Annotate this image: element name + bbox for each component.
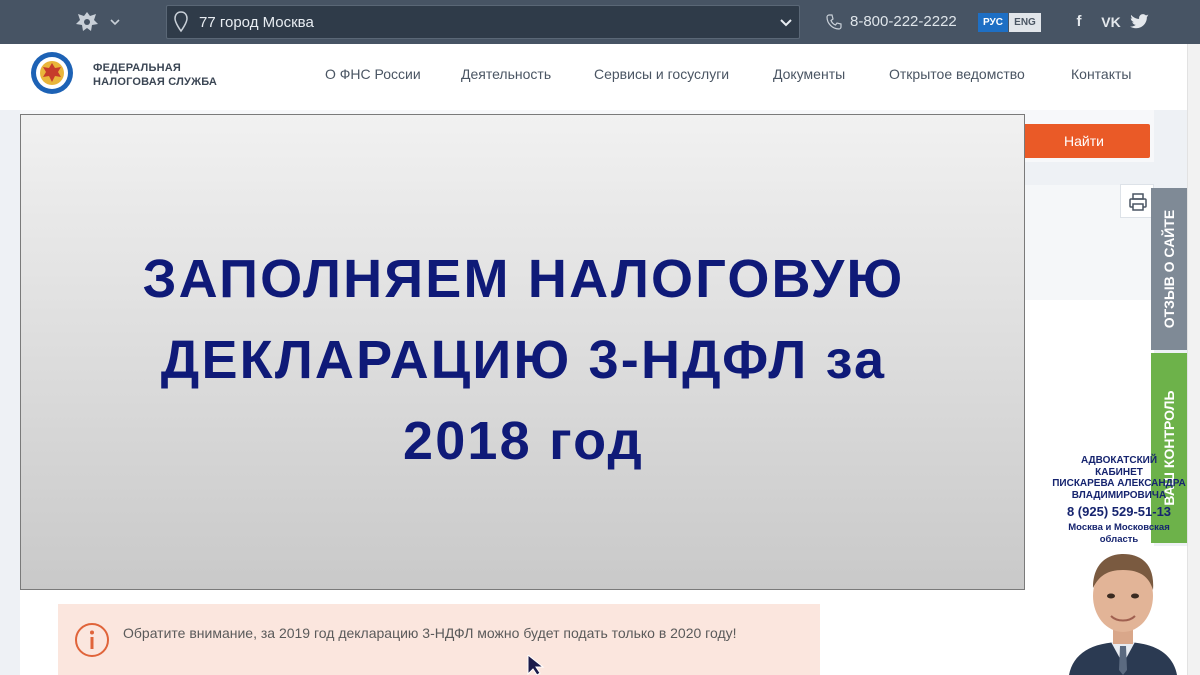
org-name-line1: ФЕДЕРАЛЬНАЯ	[93, 62, 181, 74]
org-name[interactable]: ФЕДЕРАЛЬНАЯ НАЛОГОВАЯ СЛУЖБА	[93, 61, 217, 89]
nav-documents[interactable]: Документы	[773, 66, 845, 82]
emblem-icon[interactable]	[74, 10, 100, 34]
banner-line-1: ЗАПОЛНЯЕМ НАЛОГОВУЮ	[142, 249, 905, 309]
facebook-icon[interactable]: f	[1072, 12, 1086, 32]
info-icon	[75, 623, 109, 657]
ad-line-3: ПИСКАРЕВА АЛЕКСАНДРА	[1052, 478, 1186, 489]
video-title-banner: ЗАПОЛНЯЕМ НАЛОГОВУЮ ДЕКЛАРАЦИЮ 3-НДФЛ за…	[20, 114, 1025, 590]
ad-phone: 8 (925) 529-51-13	[1066, 504, 1172, 519]
find-button[interactable]: Найти	[1018, 124, 1150, 158]
print-button[interactable]	[1120, 184, 1154, 218]
feedback-tab[interactable]: ОТЗЫВ О САЙТЕ	[1151, 188, 1187, 350]
notice-text: Обратите внимание, за 2019 год деклараци…	[123, 625, 737, 641]
region-selector[interactable]: 77 город Москва	[166, 5, 800, 39]
ad-line-1: АДВОКАТСКИЙ	[1080, 455, 1158, 466]
region-text: 77 город Москва	[199, 14, 314, 31]
nav-activity[interactable]: Деятельность	[461, 66, 551, 82]
chevron-down-icon[interactable]	[108, 15, 122, 29]
nav-contacts[interactable]: Контакты	[1071, 66, 1131, 82]
banner-line-2: ДЕКЛАРАЦИЮ 3-НДФЛ за	[160, 330, 887, 390]
lawyer-photo	[1059, 546, 1187, 675]
chevron-down-icon[interactable]	[779, 16, 793, 30]
nav-services[interactable]: Сервисы и госуслуги	[594, 66, 729, 82]
hotline-phone[interactable]: 8-800-222-2222	[850, 13, 957, 30]
phone-icon	[826, 14, 842, 30]
vk-icon[interactable]: VK	[1098, 12, 1124, 32]
location-pin-icon	[174, 11, 188, 33]
ad-region-line-1: Москва и Московская	[1068, 522, 1170, 533]
twitter-icon[interactable]	[1130, 12, 1150, 32]
notice-alert: Обратите внимание, за 2019 год деклараци…	[58, 604, 820, 675]
feedback-tab-label: ОТЗЫВ О САЙТЕ	[1161, 209, 1177, 329]
nav-open-agency[interactable]: Открытое ведомство	[889, 66, 1025, 82]
site-header: ФЕДЕРАЛЬНАЯ НАЛОГОВАЯ СЛУЖБА О ФНС Росси…	[0, 44, 1200, 110]
ad-line-4: ВЛАДИМИРОВИЧА	[1071, 489, 1167, 501]
nav-about[interactable]: О ФНС России	[325, 66, 421, 82]
banner-title: ЗАПОЛНЯЕМ НАЛОГОВУЮ ДЕКЛАРАЦИЮ 3-НДФЛ за…	[21, 239, 1026, 482]
top-bar: 77 город Москва 8-800-222-2222 РУС ENG f…	[0, 0, 1200, 44]
fns-logo-icon[interactable]	[30, 51, 74, 95]
lang-ru-button[interactable]: РУС	[978, 13, 1008, 32]
org-name-line2: НАЛОГОВАЯ СЛУЖБА	[93, 76, 218, 88]
ad-region: Москва и Московская область	[1045, 522, 1193, 546]
print-icon	[1129, 193, 1147, 211]
lawyer-ad[interactable]: АДВОКАТСКИЙ КАБИНЕТ ПИСКАРЕВА АЛЕКСАНДРА…	[1045, 452, 1193, 675]
lang-en-button[interactable]: ENG	[1009, 13, 1041, 32]
ad-line-2: КАБИНЕТ	[1095, 466, 1143, 478]
cursor-icon	[527, 655, 545, 675]
ad-region-line-2: область	[1099, 534, 1139, 545]
banner-line-3: 2018 год	[402, 411, 645, 471]
ad-title: АДВОКАТСКИЙ КАБИНЕТ ПИСКАРЕВА АЛЕКСАНДРА…	[1045, 455, 1193, 501]
